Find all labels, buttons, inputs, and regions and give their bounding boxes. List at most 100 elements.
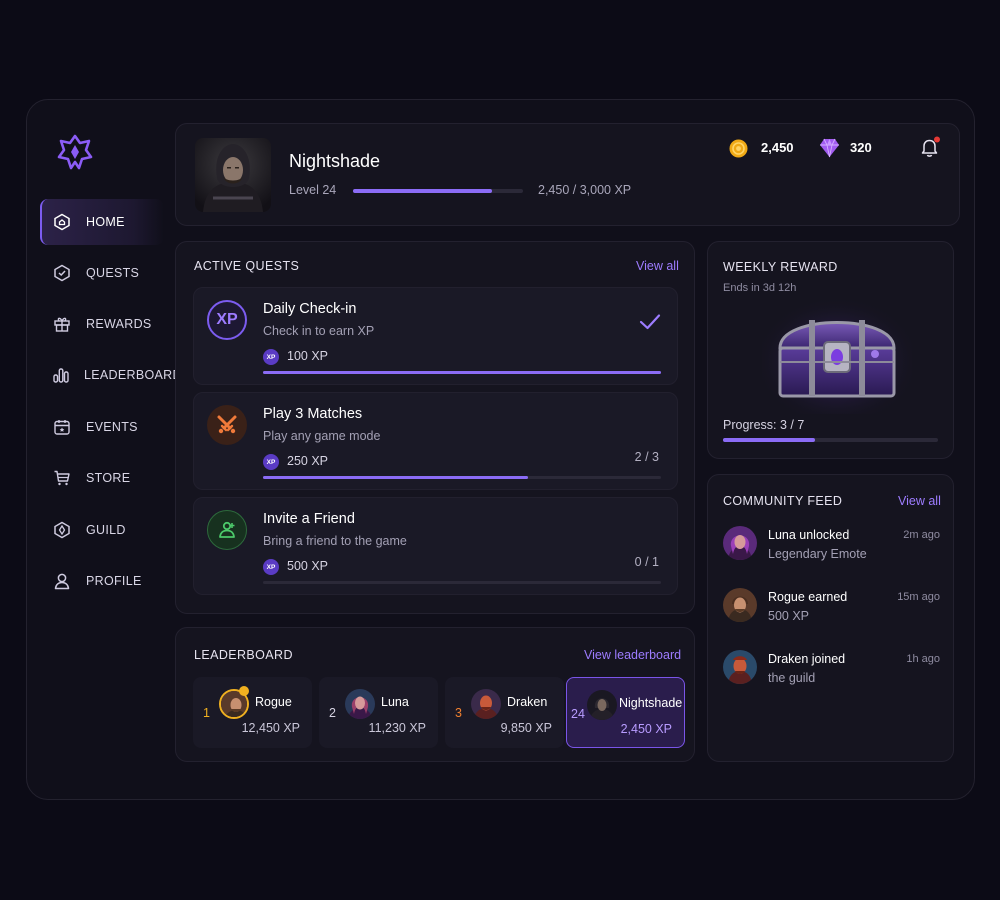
user-icon: [52, 571, 72, 591]
notification-bell-icon[interactable]: [919, 136, 941, 158]
shield-icon: [52, 520, 72, 540]
leaderboard-entry-current-player[interactable]: 24 Nightshade 2,450 XP: [566, 677, 685, 748]
sidebar-item-quests[interactable]: QUESTS: [40, 250, 164, 296]
draken-avatar: [471, 689, 501, 719]
leaderboard-rank: 24: [571, 707, 585, 721]
feed-item-time: 2m ago: [903, 529, 940, 541]
player-name: Nightshade: [289, 151, 381, 171]
nightshade-avatar: [587, 690, 617, 720]
leaderboard-rank: 3: [455, 706, 462, 720]
quest-reward: 100 XP: [287, 349, 329, 363]
luna-avatar: [345, 689, 375, 719]
xp-badge-icon: XP: [263, 454, 279, 470]
coin-balance: 2,450: [761, 140, 794, 155]
quest-reward: 500 XP: [287, 559, 329, 573]
quest-progress-bar: [263, 581, 661, 584]
invite-friend-icon: [207, 510, 247, 550]
leaderboard-rank: 1: [203, 706, 210, 720]
sidebar-item-label: EVENTS: [86, 420, 138, 434]
leaderboard-entry[interactable]: 2 Luna 11,230 XP: [319, 677, 438, 748]
draken-avatar[interactable]: [723, 650, 757, 684]
quest-card-invite-friend[interactable]: Invite a Friend Bring a friend to the ga…: [193, 497, 678, 595]
weekly-reward-progress-text: Progress: 3 / 7: [723, 418, 805, 432]
sidebar-item-label: STORE: [86, 471, 131, 485]
leaderboard-name: Rogue: [255, 695, 292, 709]
sidebar-item-home[interactable]: HOME: [40, 199, 164, 245]
gift-icon: [52, 314, 72, 334]
player-level: Level 24: [289, 183, 337, 197]
bar-chart-icon: [52, 365, 70, 385]
leaderboard-rank: 2: [329, 706, 336, 720]
leaderboard-entry[interactable]: 1 Rogue 12,450 XP: [193, 677, 312, 748]
guild-logo-icon[interactable]: [56, 133, 94, 171]
quest-progress-fill: [263, 371, 661, 374]
leaderboard-title: LEADERBOARD: [194, 648, 293, 662]
xp-quest-icon: XP: [207, 300, 247, 340]
quest-progress-fill: [263, 476, 529, 479]
coin-icon: [729, 139, 748, 158]
treasure-chest-image[interactable]: [762, 296, 912, 414]
feed-item-detail: Legendary Emote: [768, 547, 867, 561]
crossed-swords-icon: [207, 405, 247, 445]
player-avatar[interactable]: [195, 138, 271, 212]
quests-icon: [52, 263, 72, 283]
quest-subtitle: Bring a friend to the game: [263, 534, 407, 548]
quest-subtitle: Play any game mode: [263, 429, 381, 443]
leaderboard-entry[interactable]: 3 Draken 9,850 XP: [445, 677, 564, 748]
sidebar-item-profile[interactable]: PROFILE: [40, 558, 164, 604]
xp-progress-text: 2,450 / 3,000 XP: [538, 183, 632, 197]
feed-item-title: Luna unlocked: [768, 528, 850, 542]
rogue-avatar[interactable]: [723, 588, 757, 622]
feed-item-title: Draken joined: [768, 652, 846, 666]
feed-item-detail: 500 XP: [768, 609, 810, 623]
weekly-reward-progress-fill: [723, 438, 816, 442]
quests-view-all-link[interactable]: View all: [636, 259, 679, 273]
xp-badge-icon: XP: [263, 559, 279, 575]
quest-title: Daily Check-in: [263, 301, 357, 317]
view-leaderboard-link[interactable]: View leaderboard: [584, 648, 681, 662]
checkmark-icon: [639, 313, 661, 331]
leaderboard-name: Nightshade: [619, 696, 683, 710]
quest-progress-text: 0 / 1: [634, 555, 659, 569]
home-icon: [52, 212, 72, 232]
sidebar-item-label: QUESTS: [86, 266, 140, 280]
quest-card-play-matches[interactable]: Play 3 Matches Play any game mode XP 250…: [193, 392, 678, 490]
feed-item-time: 15m ago: [897, 591, 940, 603]
active-quests-title: ACTIVE QUESTS: [194, 259, 300, 273]
quest-title: Invite a Friend: [263, 511, 355, 527]
leaderboard-xp: 9,850 XP: [500, 721, 552, 735]
sidebar-item-label: HOME: [86, 215, 125, 229]
quest-card-daily-checkin[interactable]: XP Daily Check-in Check in to earn XP XP…: [193, 287, 678, 385]
weekly-reward-countdown: Ends in 3d 12h: [723, 282, 797, 294]
calendar-icon: [52, 417, 72, 437]
gem-balance: 320: [850, 140, 872, 155]
weekly-reward-progress-bar: [723, 438, 938, 442]
sidebar-item-rewards[interactable]: REWARDS: [40, 301, 164, 347]
feed-item-title: Rogue earned: [768, 590, 848, 604]
feed-view-all-link[interactable]: View all: [898, 494, 941, 508]
crown-badge-icon: [239, 686, 249, 696]
xp-progress-fill: [353, 189, 493, 193]
quest-progress-bar: [263, 476, 661, 479]
profile-header: [175, 123, 960, 226]
quest-reward: 250 XP: [287, 454, 329, 468]
leaderboard-xp: 11,230 XP: [368, 721, 426, 735]
sidebar-item-store[interactable]: STORE: [40, 455, 164, 501]
leaderboard-xp: 2,450 XP: [620, 722, 672, 736]
xp-badge-icon: XP: [263, 349, 279, 365]
quest-progress-bar: [263, 371, 661, 374]
quest-subtitle: Check in to earn XP: [263, 324, 375, 338]
community-feed-title: COMMUNITY FEED: [723, 494, 843, 508]
feed-item-detail: the guild: [768, 671, 816, 685]
luna-avatar[interactable]: [723, 526, 757, 560]
sidebar-item-guild[interactable]: GUILD: [40, 507, 164, 553]
sidebar-item-events[interactable]: EVENTS: [40, 404, 164, 450]
leaderboard-name: Draken: [507, 695, 548, 709]
sidebar-item-leaderboard[interactable]: LEADERBOARD: [40, 352, 181, 398]
quest-title: Play 3 Matches: [263, 406, 363, 422]
sidebar-item-label: GUILD: [86, 523, 126, 537]
sidebar-item-label: REWARDS: [86, 317, 152, 331]
leaderboard-name: Luna: [381, 695, 409, 709]
feed-item-time: 1h ago: [906, 653, 940, 665]
sidebar-item-label: PROFILE: [86, 574, 142, 588]
